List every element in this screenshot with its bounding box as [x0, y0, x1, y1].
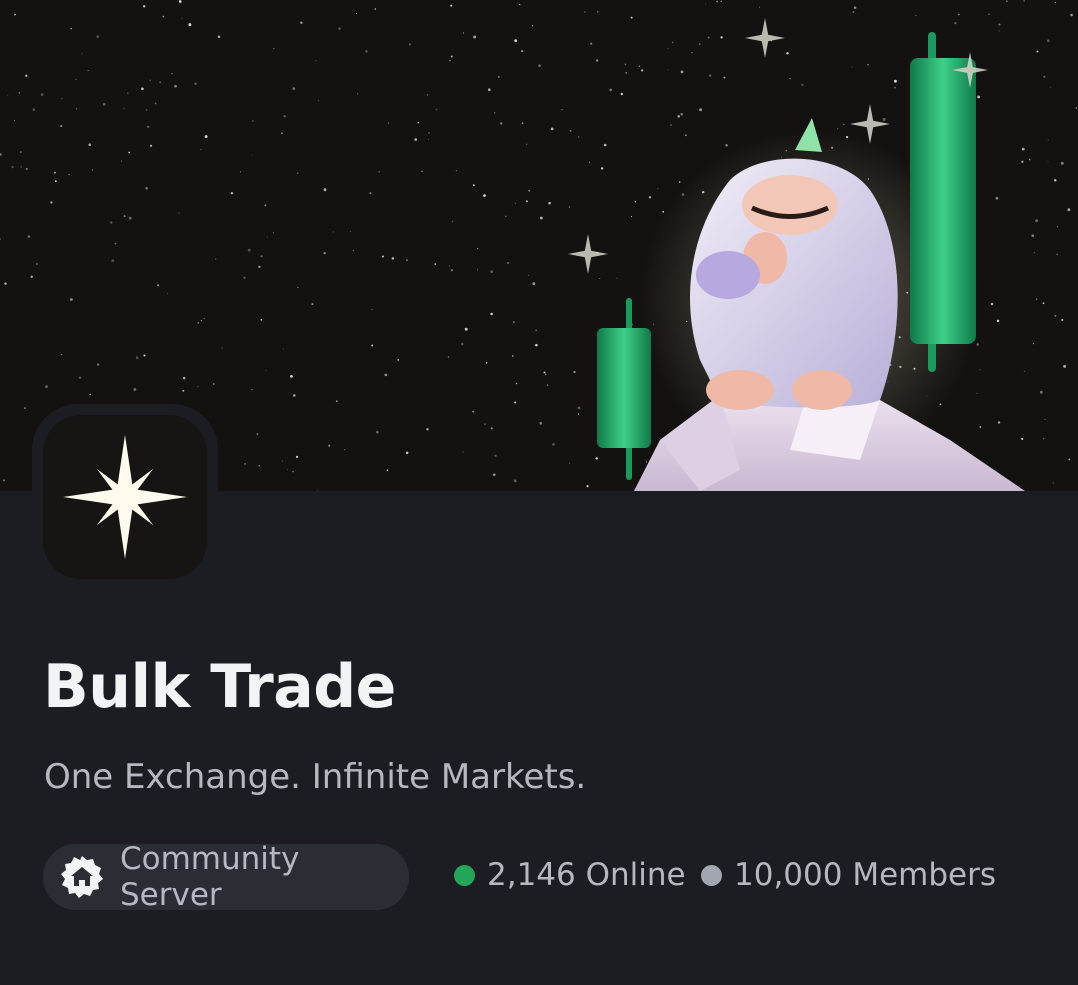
member-count-text: 10,000 Members: [734, 857, 996, 893]
member-count: 10,000 Members: [701, 857, 996, 893]
candlestick-right: [910, 32, 976, 372]
four-point-star-icon: [63, 435, 187, 559]
server-icon-frame: [32, 404, 218, 590]
server-tagline: One Exchange. Infinite Markets.: [44, 757, 587, 797]
badge-label: Community Server: [120, 841, 300, 913]
community-server-badge[interactable]: Community Server: [43, 841, 409, 913]
online-count: 2,146 Online: [454, 857, 686, 893]
online-count-text: 2,146 Online: [487, 857, 686, 893]
online-status-dot: [454, 864, 475, 886]
community-home-icon: [60, 855, 104, 899]
server-icon[interactable]: [43, 415, 207, 579]
server-name: Bulk Trade: [43, 652, 396, 722]
members-dot: [701, 864, 722, 886]
